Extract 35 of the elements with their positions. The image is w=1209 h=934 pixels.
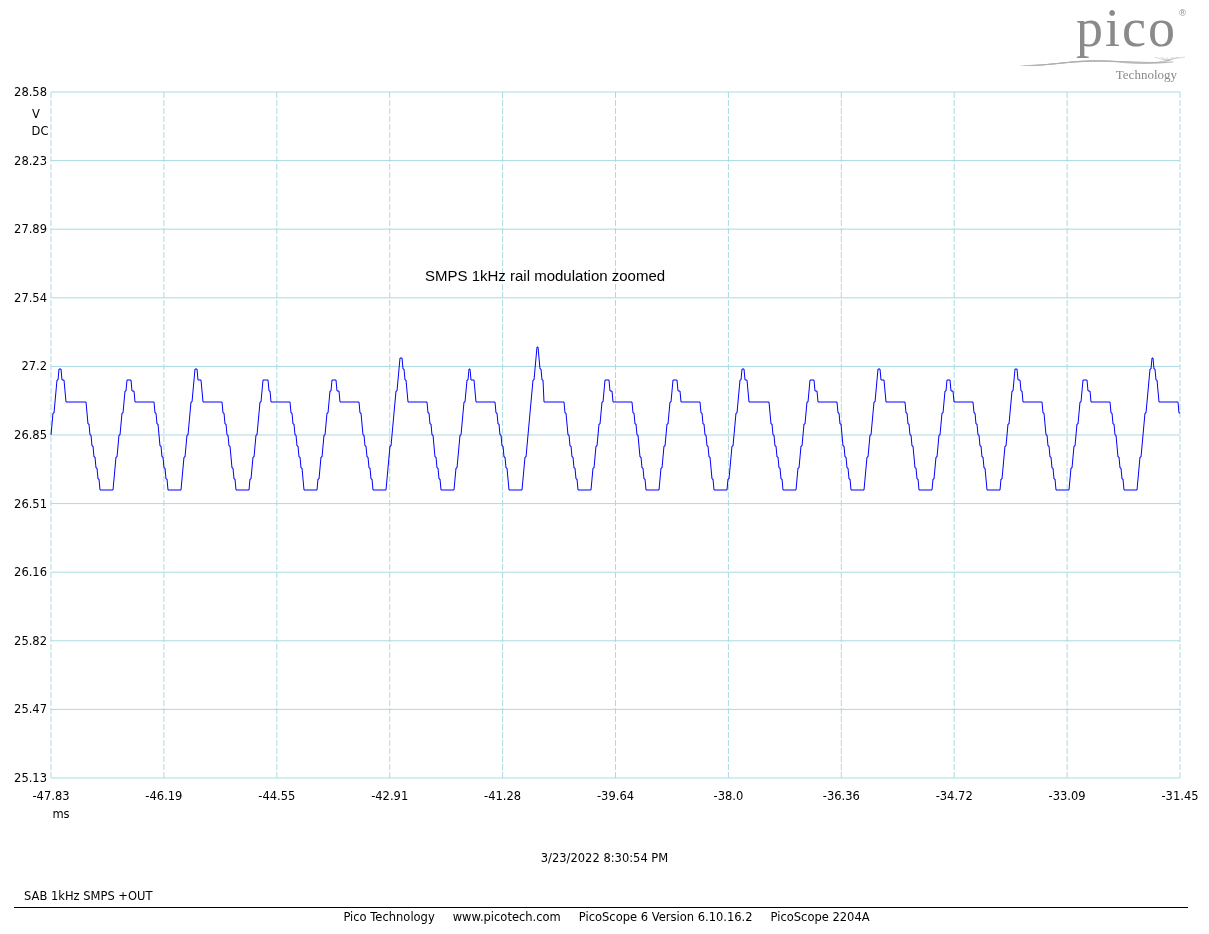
x-tick-label: -36.36	[822, 789, 860, 803]
footer-text: Pico Technology	[343, 910, 435, 924]
logo-tagline: Technology	[1115, 68, 1177, 82]
x-tick-label: -47.83	[32, 789, 70, 803]
x-tick-label: -39.64	[596, 789, 635, 803]
channel-label: SAB 1kHz SMPS +OUT	[24, 889, 153, 903]
x-tick-label: -34.72	[935, 789, 973, 803]
x-tick-label: -44.55	[258, 789, 296, 803]
timestamp: 3/23/2022 8:30:54 PM	[540, 851, 669, 865]
registered-mark: ®	[1178, 8, 1187, 18]
y-tick-label: 25.82	[14, 633, 47, 648]
chart-title: SMPS 1kHz rail modulation zoomed	[425, 267, 666, 284]
footer-text: PicoScope 2204A	[770, 910, 870, 924]
y-tick-label: 26.85	[14, 428, 47, 442]
x-tick-label: -38.0	[713, 789, 744, 803]
y-tick-label: 25.47	[14, 702, 47, 717]
x-tick-label: -33.09	[1048, 789, 1086, 803]
y-tick-label: 28.23	[14, 153, 47, 168]
footer-text: www.picotech.com	[452, 910, 561, 924]
x-tick-label: -41.28	[484, 789, 522, 803]
footer-text: PicoScope 6 Version 6.10.16.2	[578, 910, 753, 924]
logo-wordmark: pico	[1076, 0, 1177, 56]
x-tick-label: -31.45	[1161, 789, 1199, 803]
y-tick-label: 27.2	[21, 359, 47, 374]
y-tick-label: 27.89	[14, 222, 47, 237]
y-tick-label: 26.51	[14, 496, 47, 511]
y-unit-label: V	[32, 107, 40, 121]
x-tick-label: -46.19	[145, 789, 183, 803]
y-tick-label: 27.54	[14, 290, 47, 305]
coupling-label: DC	[31, 124, 49, 138]
y-tick-label: 28.58	[14, 85, 47, 99]
x-tick-label: -42.91	[371, 789, 409, 803]
y-tick-label: 25.13	[14, 771, 47, 785]
x-unit-label: ms	[52, 807, 70, 821]
y-tick-label: 26.16	[14, 565, 47, 580]
